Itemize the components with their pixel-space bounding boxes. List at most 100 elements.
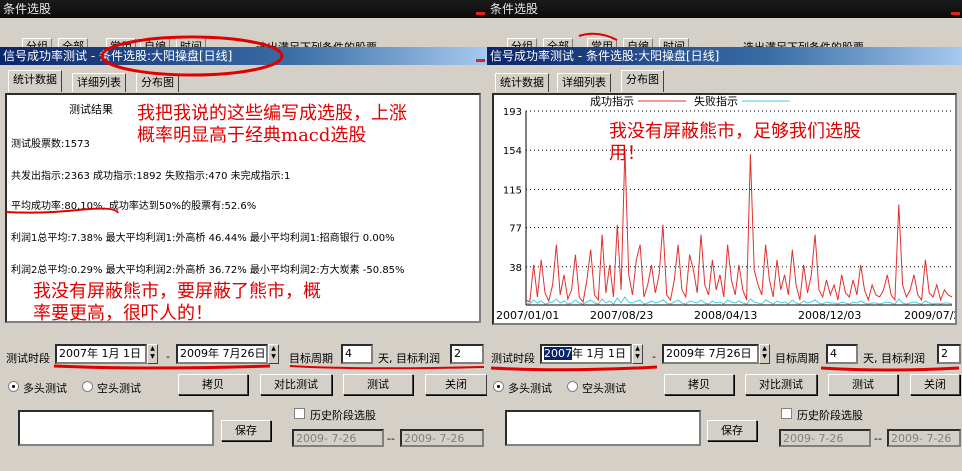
distribution-chart: 38 77 115 154 193 成功指示 失败指示 我没有屏蔽熊市，足够我们选股 用！ … [492, 93, 957, 325]
radio-long-label: 多头测试 [508, 382, 552, 395]
target-profit-field[interactable]: 2 [450, 344, 484, 364]
y-tick-label: 193 [503, 107, 522, 118]
test-button[interactable]: 测试 [343, 374, 413, 395]
left-window: 条件选股 分组 全部 常用 自编 时间 选出满足下列条件的股票 信号成功率测试 … [0, 0, 487, 471]
target-period-field[interactable]: 4 [826, 344, 858, 364]
underline-mark-dates [53, 364, 271, 370]
tab-detail-list[interactable]: 详细列表 [72, 73, 126, 92]
right-window: 条件选股 分组 全部 常用 自编 时间 选出满足下列条件的股票 信号成功率测试 … [487, 0, 962, 471]
tab-distribution[interactable]: 分布图 [136, 73, 179, 92]
radio-short-test[interactable] [82, 381, 93, 392]
close-button[interactable]: 关闭 [425, 374, 487, 395]
radio-short-test[interactable] [567, 381, 578, 392]
target-profit-field[interactable]: 2 [937, 344, 961, 364]
radio-long-test[interactable] [8, 381, 19, 392]
radio-long-label: 多头测试 [23, 382, 67, 395]
underline-mark-period [490, 365, 658, 372]
background-tab-strip: 分组 全部 常用 自编 时间 选出满足下列条件的股票 [487, 18, 962, 54]
results-header: 测试结果 [69, 103, 113, 116]
history-checkbox[interactable] [781, 408, 792, 419]
x-tick-label: 2008/12/03 [798, 309, 862, 322]
compare-test-button[interactable]: 对比测试 [745, 374, 817, 395]
history-to-field[interactable]: 2009- 7-26 [400, 429, 484, 447]
radio-short-label: 空头测试 [582, 382, 626, 395]
x-tick-label: 2008/04/13 [694, 309, 758, 322]
copy-button[interactable]: 拷贝 [664, 374, 734, 395]
result-success-rate: 平均成功率:80.10%, 成功率达到50%的股票有:52.6% [11, 201, 257, 212]
underline-mark-targets [820, 366, 960, 372]
annotation-chart-line1: 我没有屏蔽熊市，足够我们选股 [609, 121, 861, 142]
history-list[interactable] [505, 410, 701, 446]
window-title: 条件选股 [3, 2, 52, 16]
series-line-failure [525, 296, 953, 305]
dialog-minimize-icon[interactable] [476, 59, 485, 62]
history-list[interactable] [18, 410, 214, 446]
target-period-label: 目标周期 [289, 352, 333, 365]
x-tick-label: 2007/08/23 [590, 309, 654, 322]
underline-mark-targets [289, 365, 485, 370]
tab-distribution[interactable]: 分布图 [621, 70, 664, 92]
annotation-bottom-line2: 率要更高，很吓人的！ [33, 303, 213, 323]
close-button[interactable]: 关闭 [910, 374, 960, 395]
date-from-year-selected: 2007 [544, 347, 572, 360]
dialog-titlebar: 信号成功率测试 - 条件选股:大阳操盘[日线] [487, 47, 962, 65]
target-profit-label: 天, 目标利润 [378, 352, 440, 365]
annotation-top-line2: 概率明显高于经典macd选股 [137, 125, 367, 146]
date-to-spinner[interactable]: ▲ ▼ [268, 344, 279, 364]
date-from-field[interactable]: 2007年 1月 1日 [55, 344, 147, 364]
annotation-bottom-line1: 我没有屏蔽熊市，要屏蔽了熊市，概 [33, 281, 321, 302]
history-range-dash: -- [874, 432, 882, 445]
annotation-chart: 我没有屏蔽熊市，足够我们选股 用！ [609, 121, 861, 165]
history-label: 历史阶段选股 [310, 409, 376, 422]
result-signals: 共发出指示:2363 成功指示:1892 失败指示:470 未完成指示:1 [11, 171, 291, 182]
y-tick-label: 38 [509, 263, 522, 274]
history-to-field[interactable]: 2009- 7-26 [887, 429, 961, 447]
history-checkbox[interactable] [294, 408, 305, 419]
minimize-icon[interactable] [476, 12, 485, 15]
date-range-dash: - [652, 350, 656, 363]
target-period-label: 目标周期 [775, 352, 819, 365]
tab-statistics[interactable]: 统计数据 [495, 73, 549, 92]
history-from-field[interactable]: 2009- 7-26 [292, 429, 384, 447]
result-stock-count: 测试股票数:1573 [11, 139, 90, 150]
legend-label: 失败指示 [694, 95, 738, 108]
annotation-chart-line2: 用！ [609, 143, 645, 164]
period-label: 测试时段 [491, 352, 535, 365]
date-from-spinner[interactable]: ▲ ▼ [632, 344, 643, 364]
results-panel: 测试结果 测试股票数:1573 共发出指示:2363 成功指示:1892 失败指… [5, 93, 481, 323]
period-label: 测试时段 [6, 352, 50, 365]
radio-short-label: 空头测试 [97, 382, 141, 395]
y-tick-label: 154 [503, 146, 522, 157]
save-button[interactable]: 保存 [707, 420, 757, 441]
copy-button[interactable]: 拷贝 [178, 374, 248, 395]
radio-long-test[interactable] [493, 381, 504, 392]
date-from-spinner[interactable]: ▲ ▼ [147, 344, 158, 364]
minimize-icon[interactable] [951, 12, 960, 15]
date-range-dash: - [166, 350, 170, 363]
save-button[interactable]: 保存 [221, 420, 271, 441]
annotation-bottom: 我没有屏蔽熊市，要屏蔽了熊市，概 率要更高，很吓人的！ [33, 281, 321, 323]
dialog-title: 信号成功率测试 - 条件选股:大阳操盘[日线] [3, 49, 233, 63]
legend-label: 成功指示 [590, 95, 634, 108]
date-to-spinner[interactable]: ▲ ▼ [759, 344, 770, 364]
test-button[interactable]: 测试 [828, 374, 898, 395]
date-from-field[interactable]: 2007年 1月 1日 [540, 344, 632, 364]
annotation-top-line1: 我把我说的这些编写成选股，上涨 [137, 103, 407, 124]
compare-test-button[interactable]: 对比测试 [260, 374, 332, 395]
history-label: 历史阶段选股 [797, 409, 863, 422]
date-to-field[interactable]: 2009年 7月26日 [662, 344, 759, 364]
dialog-title: 信号成功率测试 - 条件选股:大阳操盘[日线] [490, 49, 720, 63]
history-range-dash: -- [387, 432, 395, 445]
y-tick-label: 77 [509, 224, 522, 235]
y-tick-label: 115 [503, 185, 522, 196]
tab-statistics[interactable]: 统计数据 [8, 70, 62, 92]
window-titlebar: 条件选股 [487, 0, 962, 18]
target-period-field[interactable]: 4 [341, 344, 373, 364]
window-title: 条件选股 [490, 2, 539, 16]
background-tab-strip: 分组 全部 常用 自编 时间 选出满足下列条件的股票 [0, 18, 487, 54]
tab-detail-list[interactable]: 详细列表 [557, 73, 611, 92]
dialog-titlebar: 信号成功率测试 - 条件选股:大阳操盘[日线] [0, 47, 487, 65]
target-profit-label: 天, 目标利润 [863, 352, 925, 365]
history-from-field[interactable]: 2009- 7-26 [779, 429, 871, 447]
date-to-field[interactable]: 2009年 7月26日 [176, 344, 268, 364]
